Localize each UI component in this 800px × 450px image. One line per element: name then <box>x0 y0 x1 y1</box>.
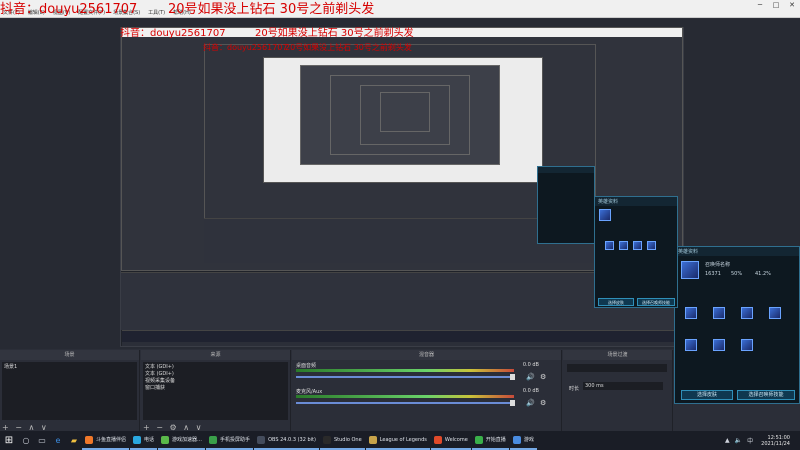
close-button[interactable]: ✕ <box>784 0 800 9</box>
network-icon[interactable]: ▲ <box>725 437 730 444</box>
game-stat-3: 41.2% <box>755 271 771 277</box>
minimize-button[interactable]: ─ <box>752 0 768 9</box>
duration-label: 时长 <box>569 386 580 392</box>
sources-dock-title: 来源 <box>141 350 290 360</box>
nested-taskbar-1 <box>122 330 682 342</box>
item-icon-4 <box>769 307 781 319</box>
volume-fader[interactable] <box>296 402 514 404</box>
mixer-track-level: 0.0 dB <box>522 362 539 368</box>
overlay-text-nested-2a: 抖音：douyu2561707 <box>203 43 288 52</box>
game-panel-nested-2-header <box>538 167 594 173</box>
menu-tools[interactable]: 工具(T) <box>148 9 165 17</box>
transitions-dock-title: 场景过渡 <box>563 350 672 360</box>
overlay-text-nested-2b: 20号如果没上钻石 30号之前剃头发 <box>285 43 412 52</box>
volume-meter <box>296 369 514 372</box>
maximize-button[interactable]: □ <box>768 0 784 9</box>
select-skin-button[interactable]: 选择皮肤 <box>681 390 733 400</box>
source-item[interactable]: 文本 (GDI+) <box>143 369 288 377</box>
scenes-list[interactable]: 场景1 <box>2 362 137 420</box>
nested-preview-7 <box>380 92 430 132</box>
champion-portrait-icon <box>599 209 611 221</box>
task-view-icon[interactable]: ▭ <box>34 431 50 450</box>
taskbar-item-phone[interactable]: 电话 <box>130 431 158 450</box>
transition-select[interactable] <box>567 364 667 372</box>
game-panel: 英雄资料 召唤师名称 16371 50% 41.2% 选择皮肤 选择召唤师技能 <box>674 246 800 404</box>
volume-meter <box>296 395 514 398</box>
item-icon <box>633 241 642 250</box>
speaker-icon[interactable]: 🔈 <box>735 437 742 444</box>
item-icon <box>619 241 628 250</box>
taskbar-clock[interactable]: 12:51:00 2021/11/24 <box>761 435 790 447</box>
overlay-text-left: 抖音：douyu2561707 <box>0 2 138 17</box>
sources-dock: 来源 文本 (GDI+) 文本 (GDI+) 视频采集设备 窗口捕获 + − ⚙… <box>141 350 291 434</box>
game-panel-nested: 英雄资料 选择皮肤 选择召唤师技能 <box>594 196 678 308</box>
edge-icon[interactable]: e <box>50 431 66 450</box>
game-name-label: 召唤师名称 <box>705 262 731 268</box>
speaker-icon[interactable]: 🔊 <box>526 373 535 381</box>
window-controls: ─ □ ✕ <box>752 0 800 9</box>
ime-indicator[interactable]: 中 <box>747 436 753 445</box>
taskbar-item-live[interactable]: 开始直播 <box>471 431 509 450</box>
transitions-dock: 场景过渡 时长 300 ms <box>563 350 673 434</box>
taskbar-item-obs[interactable]: OBS 24.0.3 (32 bit) <box>254 431 319 450</box>
volume-fader-knob[interactable] <box>510 374 515 380</box>
game-panel-title: 英雄资料 <box>675 247 799 256</box>
item-icon-1 <box>685 307 697 319</box>
taskbar-item-projection[interactable]: 手机投屏助手 <box>206 431 254 450</box>
taskbar-item-studio-one[interactable]: Studio One <box>319 431 365 450</box>
source-item[interactable]: 视频采集设备 <box>143 376 288 384</box>
scenes-dock: 场景 场景1 + − ∧ ∨ <box>0 350 140 434</box>
source-item[interactable]: 窗口捕获 <box>143 383 288 391</box>
mixer-dock-title: 混音器 <box>292 350 561 360</box>
overlay-text-nested-1b: 20号如果没上钻石 30号之前剃头发 <box>255 28 414 39</box>
volume-fader-knob[interactable] <box>510 400 515 406</box>
rune-icon-2 <box>713 339 725 351</box>
system-tray: ▲ 🔈 中 12:51:00 2021/11/24 <box>720 431 790 450</box>
overlay-text-right: 20号如果没上钻石 30号之前剃头发 <box>168 2 375 17</box>
item-icon <box>605 241 614 250</box>
taskbar-item-welcome[interactable]: Welcome <box>430 431 471 450</box>
champion-portrait-icon <box>681 261 699 279</box>
duration-field[interactable]: 300 ms <box>583 382 663 390</box>
game-stat-2: 50% <box>731 271 743 277</box>
item-icon <box>647 241 656 250</box>
overlay-text-nested-1a: 抖音：douyu2561707 <box>120 28 226 39</box>
game-panel-nested-title: 英雄资料 <box>595 197 677 206</box>
mixer-track-desktop: 桌面音频 0.0 dB 🔊 ⚙ <box>296 362 557 384</box>
clock-date: 2021/11/24 <box>761 440 790 447</box>
mixer-track-name: 麦克风/Aux <box>296 389 323 395</box>
scenes-dock-title: 场景 <box>0 350 139 360</box>
taskbar: ⊞ ○ ▭ e ▰ 斗鱼直播伴侣 电话 游戏加速器… 手机投屏助手 OBS 24… <box>0 431 800 450</box>
mixer-track-name: 桌面音频 <box>296 363 317 369</box>
sources-list[interactable]: 文本 (GDI+) 文本 (GDI+) 视频采集设备 窗口捕获 <box>143 362 288 420</box>
folder-icon[interactable]: ▰ <box>66 431 82 450</box>
rune-icon-1 <box>685 339 697 351</box>
mixer-track-level: 0.0 dB <box>522 388 539 394</box>
mixer-dock: 混音器 桌面音频 0.0 dB 🔊 ⚙ 麦克风/Aux 0.0 dB 🔊 ⚙ <box>292 350 562 434</box>
gear-icon[interactable]: ⚙ <box>540 399 546 407</box>
rune-icon-3 <box>741 339 753 351</box>
mixer-track-mic: 麦克风/Aux 0.0 dB 🔊 ⚙ <box>296 388 557 410</box>
item-icon-2 <box>713 307 725 319</box>
volume-fader[interactable] <box>296 376 514 378</box>
select-skin-button-nested: 选择皮肤 <box>598 298 634 306</box>
windows-start-icon[interactable]: ⊞ <box>0 431 18 450</box>
search-icon[interactable]: ○ <box>18 431 34 450</box>
taskbar-item-douyu[interactable]: 斗鱼直播伴侣 <box>82 431 130 450</box>
select-spell-button-nested: 选择召唤师技能 <box>637 298 675 306</box>
item-icon-3 <box>741 307 753 319</box>
select-spell-button[interactable]: 选择召唤师技能 <box>737 390 795 400</box>
gear-icon[interactable]: ⚙ <box>540 373 546 381</box>
taskbar-item-accelerator[interactable]: 游戏加速器… <box>158 431 206 450</box>
speaker-icon[interactable]: 🔊 <box>526 399 535 407</box>
source-item[interactable]: 文本 (GDI+) <box>143 362 288 370</box>
game-panel-nested-2 <box>537 166 595 244</box>
taskbar-item-game[interactable]: 游戏 <box>509 431 537 450</box>
scene-item[interactable]: 场景1 <box>2 362 137 370</box>
taskbar-item-lol[interactable]: League of Legends <box>365 431 430 450</box>
game-stat-1: 16371 <box>705 271 721 277</box>
